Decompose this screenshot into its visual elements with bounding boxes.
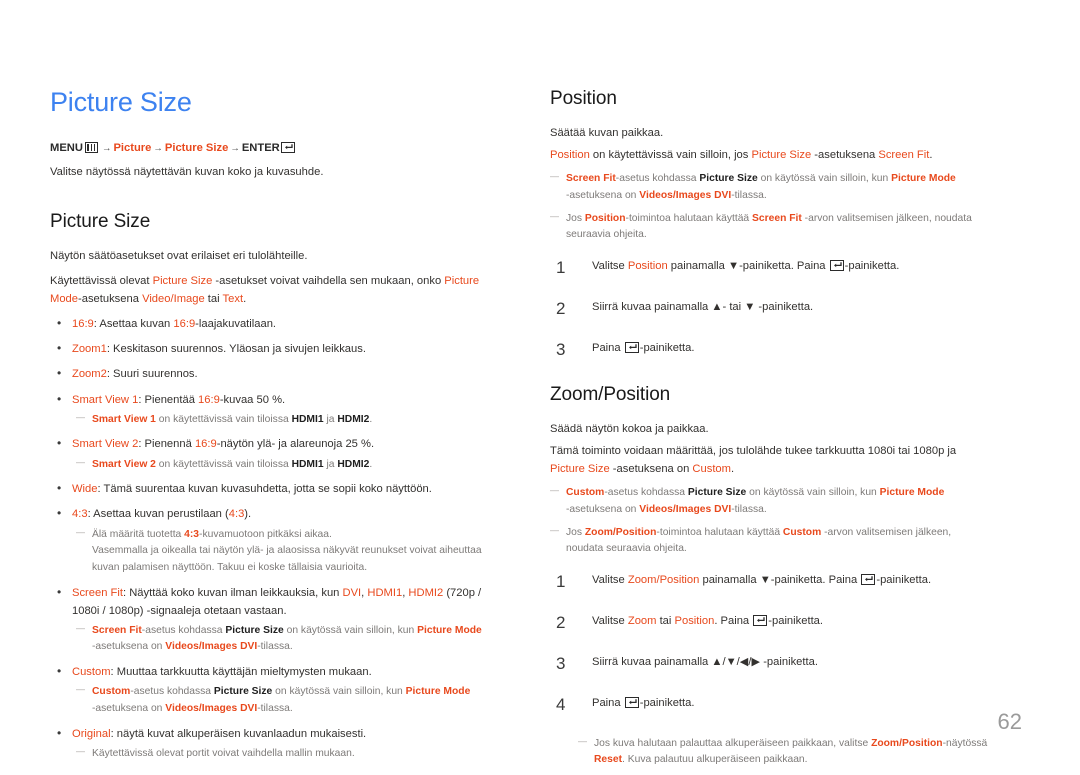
step-number: 4 — [556, 694, 566, 714]
path-arrow-3: → — [230, 142, 240, 154]
zoom-position-steps: 1 Valitse Zoom/Position painamalla ▼-pain… — [550, 572, 990, 714]
note-4-3-warning: Älä määritä tuotetta 4:3-kuvamuotoon pit… — [76, 524, 490, 577]
list-item-smart-view-1: Smart View 1: Pienentää 16:9-kuvaa 50 %.… — [50, 390, 490, 429]
down-arrow-icon: ▼ — [759, 573, 771, 586]
list-item-zoom2: Zoom2: Suuri suurennos. — [50, 364, 490, 384]
position-steps: 1 Valitse Position painamalla ▼-painikett… — [550, 258, 990, 359]
position-note-2: Jos Position-toimintoa halutaan käyttää … — [550, 209, 990, 244]
page-title: Picture Size — [50, 87, 192, 117]
list-item-zoom1: Zoom1: Keskitason suurennos. Yläosan ja … — [50, 339, 490, 359]
path-item-picture-size: Picture Size — [164, 141, 229, 154]
list-item-wide: Wide: Tämä suurentaa kuvan kuvasuhdetta,… — [50, 479, 490, 499]
enter-icon — [861, 573, 876, 585]
step-item: 2 Siirrä kuvaa painamalla ▲- tai ▼ -paini… — [550, 299, 990, 318]
zoom-note-1: Custom-asetus kohdassa Picture Size on k… — [550, 483, 990, 518]
enter-label: ENTER — [241, 141, 280, 154]
enter-icon — [280, 141, 295, 153]
step-number: 3 — [556, 339, 566, 359]
step-number: 3 — [556, 653, 566, 673]
step-number: 2 — [556, 612, 566, 632]
list-item-original: Original: näytä kuvat alkuperäisen kuvan… — [50, 724, 490, 763]
position-paragraph-2: Position on käytettävissä vain silloin, … — [550, 149, 933, 162]
step-item: 3 Siirrä kuvaa painamalla ▲/▼/◀/▶ -painik… — [550, 654, 990, 673]
section-title-zoom-position: Zoom/Position — [550, 383, 671, 405]
zoom-note-reset: Jos kuva halutaan palauttaa alkuperäisee… — [578, 734, 990, 769]
note-smart-view-2: Smart View 2 on käytettävissä vain tiloi… — [76, 455, 490, 474]
path-arrow-1: → — [101, 142, 112, 154]
page-number: 62 — [997, 709, 1022, 734]
zoom-paragraph-2: Tämä toiminto voidaan määrittää, jos tul… — [550, 444, 957, 476]
menu-icon — [84, 141, 98, 153]
step-item: 1 Valitse Position painamalla ▼-painikett… — [550, 258, 990, 277]
list-item-screen-fit: Screen Fit: Näyttää koko kuvan ilman lei… — [50, 583, 490, 657]
enter-icon — [829, 259, 844, 271]
section-title-position: Position — [550, 88, 617, 109]
list-item-16-9: 16:9: Asettaa kuvan 16:9-laajakuvatilaan… — [50, 314, 490, 334]
list-item-smart-view-2: Smart View 2: Pienennä 16:9-näytön ylä- … — [50, 434, 490, 474]
term-text: Text — [222, 293, 244, 306]
down-arrow-icon: ▼ — [728, 259, 740, 272]
note-screen-fit: Screen Fit-asetus kohdassa Picture Size … — [76, 621, 490, 656]
picture-size-options-list: 16:9: Asettaa kuvan 16:9-laajakuvatilaan… — [50, 314, 490, 763]
step-item: 1 Valitse Zoom/Position painamalla ▼-pain… — [550, 572, 990, 591]
term-picture-size: Picture Size — [152, 274, 213, 287]
position-note-1: Screen Fit-asetus kohdassa Picture Size … — [550, 169, 990, 204]
right-column: Position Säätää kuvan paikkaa. Position … — [550, 88, 990, 775]
section-title-picture-size: Picture Size — [50, 210, 151, 232]
note-original: Käytettävissä olevat portit voivat vaihd… — [76, 744, 490, 763]
left-column: Picture Size MENU → Picture → Picture Size → E… — [50, 87, 490, 769]
step-item: 4 Paina -painiketta. — [550, 695, 990, 714]
note-smart-view-1: Smart View 1 on käytettävissä vain tiloi… — [76, 410, 490, 429]
step-number: 1 — [556, 257, 566, 277]
path-arrow-2: → — [153, 142, 163, 154]
paragraph-2: Käytettävissä olevat Picture Size -asetu… — [50, 274, 480, 306]
note-custom: Custom-asetus kohdassa Picture Size on k… — [76, 682, 490, 717]
step-number: 2 — [556, 298, 566, 318]
enter-icon — [624, 341, 639, 353]
list-item-4-3: 4:3: Asettaa kuvan perustilaan (4:3). Äl… — [50, 504, 490, 577]
enter-icon — [624, 696, 639, 708]
direction-arrows-icon: ▲/▼/◀/▶ — [711, 655, 761, 668]
zoom-note-2: Jos Zoom/Position-toimintoa halutaan käy… — [550, 522, 990, 558]
paragraph-1: Näytön säätöasetukset ovat erilaiset eri… — [50, 249, 308, 262]
enter-icon — [753, 614, 768, 626]
step-item: 3 Paina -painiketta. — [550, 340, 990, 359]
step-number: 1 — [556, 571, 566, 591]
menu-label: MENU — [50, 141, 83, 154]
up-arrow-icon: ▲ — [711, 300, 723, 313]
manual-page: Picture Size MENU → Picture → Picture Size → E… — [0, 0, 1080, 765]
down-arrow-icon: ▼ — [744, 300, 756, 313]
zoom-paragraph-1: Säädä näytön kokoa ja paikkaa. — [550, 422, 709, 435]
position-paragraph-1: Säätää kuvan paikkaa. — [550, 127, 664, 139]
term-video-image: Video/Image — [142, 293, 205, 306]
path-item-picture: Picture — [113, 141, 152, 154]
intro-text: Valitse näytössä näytettävän kuvan koko … — [50, 165, 324, 178]
menu-path: MENU → Picture → Picture Size → ENTER — [50, 140, 490, 158]
step-item: 2 Valitse Zoom tai Position. Paina -paini… — [550, 613, 990, 632]
list-item-custom: Custom: Muuttaa tarkkuutta käyttäjän mie… — [50, 662, 490, 717]
